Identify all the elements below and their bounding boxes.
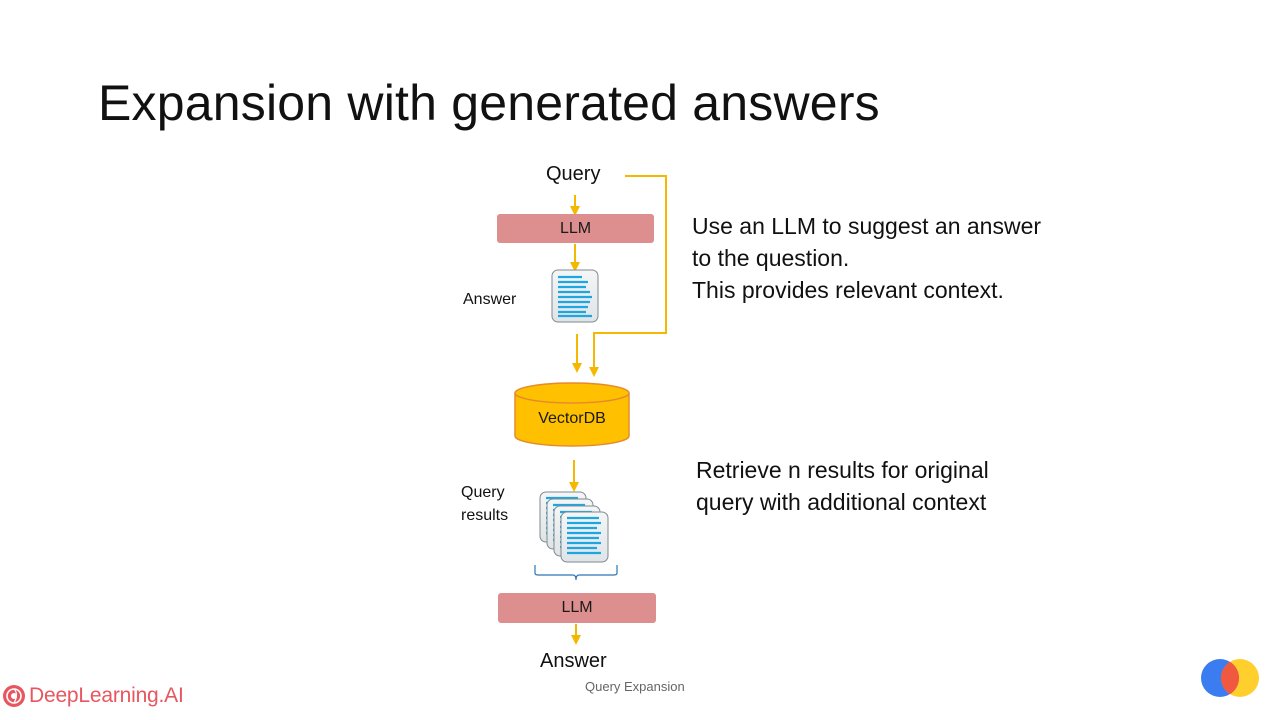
footer-caption: Query Expansion [585, 679, 685, 694]
llm-box-bottom-label: LLM [561, 599, 593, 616]
query-results-label: Query results [461, 481, 508, 527]
overlapping-circles-icon [1201, 659, 1259, 697]
annotation-step1-line: to the question. [692, 245, 850, 271]
llm-box-top-label: LLM [559, 219, 592, 237]
brand: DeepLearning.AI [2, 684, 184, 708]
annotation-step1: Use an LLM to suggest an answer to the q… [692, 210, 1041, 306]
llm-box-top: LLM [497, 214, 654, 243]
query-results-label-line2: results [461, 507, 509, 524]
llm-box-bottom: LLM [498, 593, 656, 623]
query-results-label-line1: Query [461, 484, 505, 501]
query-results-documents-icon [539, 491, 609, 563]
final-answer-label: Answer [540, 650, 607, 672]
arrow-query-bypass-to-vectordb [589, 175, 667, 377]
annotation-step1-line: Use an LLM to suggest an answer [692, 213, 1042, 239]
slide: Expansion with generated answers Query L… [0, 0, 1280, 720]
result-document-icon [560, 511, 609, 563]
query-label: Query [546, 163, 601, 185]
annotation-step2: Retrieve n results for original query wi… [696, 454, 989, 518]
annotation-step2-line: Retrieve n results for original [696, 457, 989, 483]
annotation-step1-line: This provides relevant context. [692, 277, 1004, 303]
answer-document-icon [551, 269, 599, 323]
brand-name: DeepLearning.AI [29, 684, 184, 707]
deeplearning-ai-logo-icon [3, 685, 25, 707]
results-brace [534, 565, 618, 581]
annotation-step2-line: query with additional context [696, 489, 987, 515]
answer-label: Answer [463, 291, 517, 308]
vectordb-label: VectorDB [538, 410, 606, 427]
